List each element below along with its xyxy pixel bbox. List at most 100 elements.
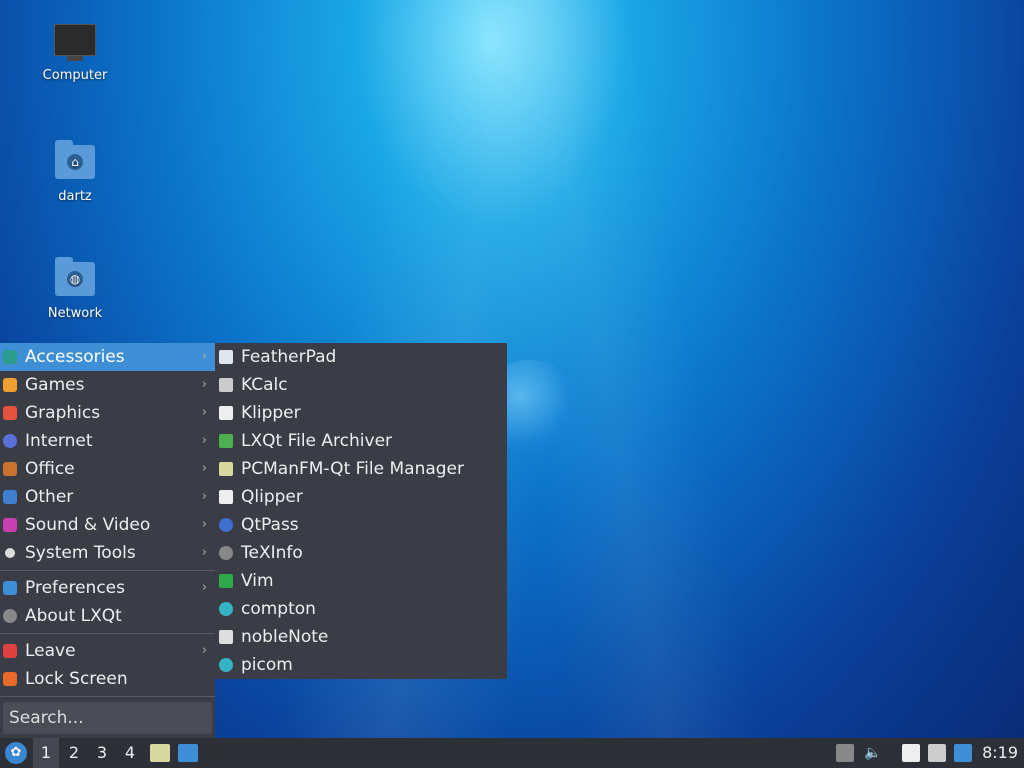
app-label: nobleNote — [241, 627, 329, 647]
chevron-right-icon: › — [201, 405, 207, 420]
sound-video-icon — [3, 518, 17, 532]
vim-icon — [219, 574, 233, 588]
menu-item-label: Sound & Video — [25, 515, 151, 535]
menu-item-about[interactable]: About LXQt — [0, 602, 215, 630]
app-label: PCManFM-Qt File Manager — [241, 459, 465, 479]
network-status-icon[interactable] — [928, 744, 946, 762]
menu-item-label: Games — [25, 375, 85, 395]
desktop-icon-home[interactable]: ⌂ dartz — [20, 140, 130, 204]
menu-item-label: System Tools — [25, 543, 136, 563]
qlipper-icon — [219, 490, 233, 504]
kcalc-icon — [219, 378, 233, 392]
office-icon — [3, 462, 17, 476]
menu-category-system-tools[interactable]: System Tools › — [0, 539, 215, 567]
menu-item-label: About LXQt — [25, 606, 122, 626]
app-label: picom — [241, 655, 293, 675]
file-manager-launcher-icon[interactable] — [150, 744, 170, 762]
app-qtpass[interactable]: QtPass — [215, 511, 507, 539]
menu-item-lock-screen[interactable]: Lock Screen — [0, 665, 215, 693]
clock[interactable]: 8:19 — [982, 738, 1018, 768]
workspace-4[interactable]: 4 — [117, 738, 143, 768]
chevron-right-icon: › — [201, 349, 207, 364]
menu-item-label: Internet — [25, 431, 93, 451]
other-icon — [3, 490, 17, 504]
volume-icon[interactable]: 🔈 — [864, 744, 882, 762]
show-desktop-icon[interactable] — [178, 744, 198, 762]
menu-category-other[interactable]: Other › — [0, 483, 215, 511]
menu-item-preferences[interactable]: Preferences › — [0, 574, 215, 602]
chevron-right-icon: › — [201, 433, 207, 448]
chevron-right-icon: › — [201, 461, 207, 476]
menu-item-leave[interactable]: Leave › — [0, 637, 215, 665]
desktop-icon-network[interactable]: ◍ Network — [20, 257, 130, 321]
home-folder-icon: ⌂ — [54, 140, 96, 183]
update-notifier-icon[interactable] — [954, 744, 972, 762]
accessories-icon — [3, 350, 17, 364]
app-label: QtPass — [241, 515, 299, 535]
menu-category-internet[interactable]: Internet › — [0, 427, 215, 455]
app-label: Klipper — [241, 403, 301, 423]
app-compton[interactable]: compton — [215, 595, 507, 623]
taskbar: ✿ 1 2 3 4 🔈 8:19 — [0, 738, 1024, 768]
menu-item-label: Other — [25, 487, 74, 507]
preferences-icon — [3, 581, 17, 595]
app-texinfo[interactable]: TeXInfo — [215, 539, 507, 567]
removable-media-icon[interactable] — [836, 744, 854, 762]
menu-item-label: Leave — [25, 641, 76, 661]
lock-icon — [3, 672, 17, 686]
app-qlipper[interactable]: Qlipper — [215, 483, 507, 511]
menu-item-label: Lock Screen — [25, 669, 128, 689]
internet-icon — [3, 434, 17, 448]
chevron-right-icon: › — [201, 580, 207, 595]
menu-category-graphics[interactable]: Graphics › — [0, 399, 215, 427]
menu-category-sound-video[interactable]: Sound & Video › — [0, 511, 215, 539]
menu-separator — [0, 570, 215, 571]
clipboard-icon[interactable] — [902, 744, 920, 762]
app-noblenote[interactable]: nobleNote — [215, 623, 507, 651]
noblenote-icon — [219, 630, 233, 644]
menu-search-input[interactable]: Search... — [3, 702, 212, 734]
menu-category-accessories[interactable]: Accessories › — [0, 343, 215, 371]
menu-category-games[interactable]: Games › — [0, 371, 215, 399]
workspace-3[interactable]: 3 — [89, 738, 115, 768]
featherpad-icon — [219, 350, 233, 364]
menu-item-label: Graphics — [25, 403, 101, 423]
chevron-right-icon: › — [201, 643, 207, 658]
menu-separator — [0, 633, 215, 634]
chevron-right-icon: › — [201, 489, 207, 504]
compton-icon — [219, 602, 233, 616]
app-kcalc[interactable]: KCalc — [215, 371, 507, 399]
app-klipper[interactable]: Klipper — [215, 399, 507, 427]
menu-category-office[interactable]: Office › — [0, 455, 215, 483]
chevron-right-icon: › — [201, 517, 207, 532]
power-icon — [3, 644, 17, 658]
app-label: TeXInfo — [241, 543, 303, 563]
app-lxqt-file-archiver[interactable]: LXQt File Archiver — [215, 427, 507, 455]
start-menu-button[interactable]: ✿ — [5, 742, 27, 764]
chevron-right-icon: › — [201, 545, 207, 560]
qtpass-icon — [219, 518, 233, 532]
file-manager-icon — [219, 462, 233, 476]
app-picom[interactable]: picom — [215, 651, 507, 679]
archiver-icon — [219, 434, 233, 448]
picom-icon — [219, 658, 233, 672]
app-label: compton — [241, 599, 316, 619]
workspace-2[interactable]: 2 — [61, 738, 87, 768]
app-featherpad[interactable]: FeatherPad — [215, 343, 507, 371]
desktop-icon-label: Network — [47, 306, 103, 321]
app-vim[interactable]: Vim — [215, 567, 507, 595]
app-label: Qlipper — [241, 487, 303, 507]
desktop-icon-label: Computer — [42, 68, 108, 83]
app-label: FeatherPad — [241, 347, 337, 367]
accessories-submenu: FeatherPad KCalc Klipper LXQt File Archi… — [215, 343, 507, 679]
menu-separator — [0, 696, 215, 697]
desktop-icon-computer[interactable]: Computer — [20, 24, 130, 83]
system-tools-icon — [5, 548, 15, 558]
app-pcmanfm-qt[interactable]: PCManFM-Qt File Manager — [215, 455, 507, 483]
app-label: LXQt File Archiver — [241, 431, 393, 451]
app-label: KCalc — [241, 375, 288, 395]
info-icon — [3, 609, 17, 623]
workspace-1[interactable]: 1 — [33, 738, 59, 768]
graphics-icon — [3, 406, 17, 420]
menu-item-label: Accessories — [25, 347, 125, 367]
